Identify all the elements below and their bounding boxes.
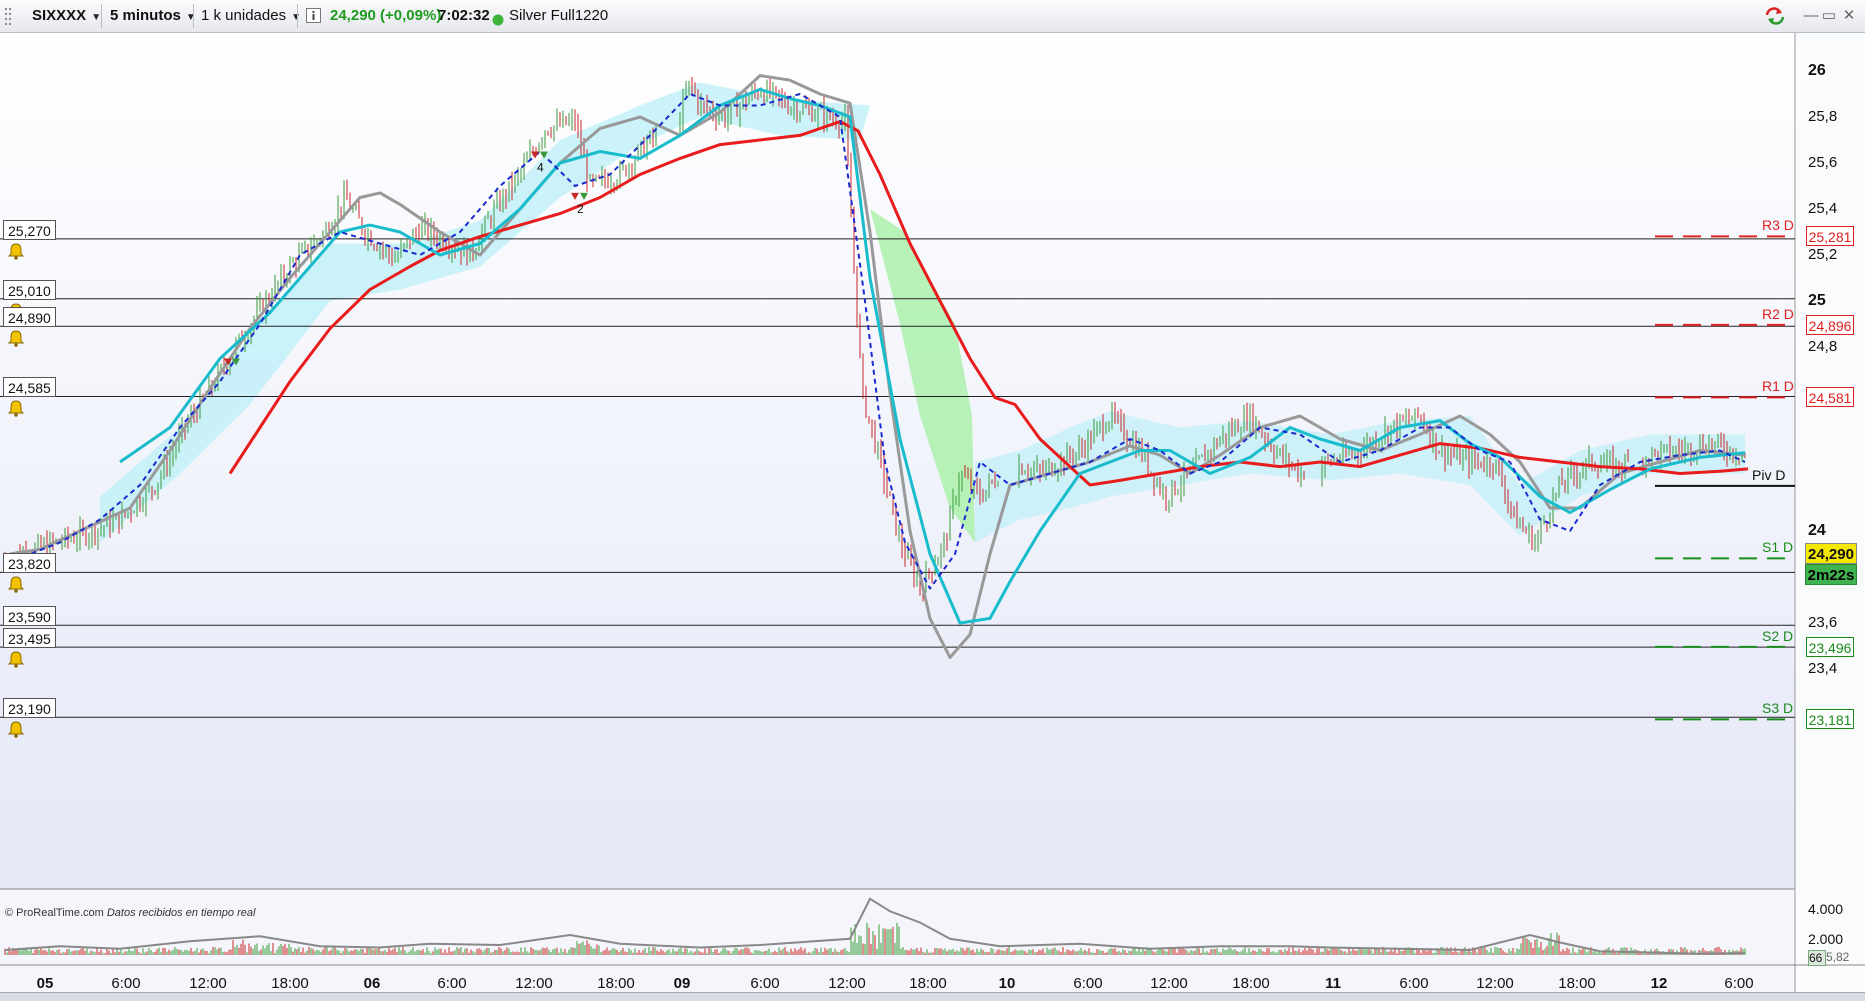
copyright-text: © ProRealTime.com [5,907,104,919]
time-tick: 11 [1325,975,1341,992]
current-price-badge: 24,290 [1805,543,1857,564]
time-tick: 12:00 [189,975,227,992]
level-label: 25,010 [3,279,56,300]
time-tick: 12:00 [828,975,866,992]
volume-ma: 5,82 [1826,950,1850,964]
pivot-name: S2 D [1762,627,1794,644]
price-tick: 25 [1808,292,1826,309]
pivot-value: 25,281 [1806,226,1854,247]
price-tick: 25,8 [1808,108,1838,125]
units-selector[interactable]: 1 k unidades▼ [201,5,301,27]
time-tick: 09 [673,975,691,992]
plot-background [0,33,1795,889]
time-tick: 6:00 [1073,975,1103,992]
time-tick: 18:00 [909,975,947,992]
pivot-name: S3 D [1762,700,1794,717]
alert-bell-icon[interactable] [7,720,25,739]
timeframe-label: 5 minutos [110,7,181,24]
level-label: 23,495 [3,628,56,649]
time-tick: 6:00 [750,975,780,992]
symbol-selector[interactable]: SIXXXX ▼ [32,5,101,27]
time-tick: 18:00 [1558,975,1596,992]
time-tick: 6:00 [1724,975,1754,992]
level-label: 23,190 [3,698,56,719]
price-tick: 25,2 [1808,246,1838,263]
time-tick: 06 [363,975,381,992]
signal-count: 4 [537,161,544,175]
volume-current: 66 [1808,950,1826,966]
time-tick: 12:00 [1150,975,1188,992]
level-label: 24,585 [3,377,56,398]
volume-tick: 2.000 [1808,931,1844,947]
price-tick: 24 [1808,522,1826,539]
time-tick: 6:00 [437,975,467,992]
alert-bell-icon[interactable] [7,650,25,668]
time-tick: 6:00 [111,975,141,992]
realtime-note: Datos recibidos en tiempo real [106,907,256,919]
units-label: 1 k unidades [201,7,287,24]
pivot-name: S1 D [1762,539,1794,556]
chevron-down-icon: ▼ [185,12,196,23]
price-tick: 23,6 [1808,614,1838,631]
window-grip-icon [4,6,12,28]
feed-status-icon [492,11,504,33]
time-tick: 12:00 [515,975,553,992]
restore-icon[interactable]: ▭ [1818,6,1840,26]
price-tick: 25,4 [1808,200,1838,217]
price-tick: 25,6 [1808,154,1838,171]
time-tick: 18:00 [271,975,309,992]
time-tick: 18:00 [597,975,635,992]
sync-arrows-icon[interactable] [1763,6,1785,26]
copyright-note: © ProRealTime.com Datos recibidos en tie… [5,907,255,919]
candle-timer-badge: 2m22s [1805,564,1857,585]
signal-count: 2 [577,202,584,216]
alert-bell-icon[interactable] [7,329,25,348]
feed-label: Silver Full1220 [509,7,609,24]
pivot-value: 23,496 [1806,636,1854,657]
price-chart[interactable]: 42 [0,33,1865,1000]
time-tick: 18:00 [1232,975,1270,992]
pivot-name: R3 D [1762,217,1794,234]
price-tick: 23,4 [1808,660,1838,677]
chart-area[interactable]: 42 25,270 25,010 24,890 24,585 23,820 23,590 2… [0,33,1865,1000]
axis-background [1795,33,1865,1000]
symbol-label: SIXXXX [32,7,87,24]
timeframe-selector[interactable]: 5 minutos ▼ [110,5,196,27]
pivot-name: R1 D [1762,378,1794,395]
pivot-value: 23,181 [1806,709,1854,730]
price-tick: 26 [1808,62,1826,79]
pivot-value: 24,896 [1806,314,1854,335]
pivot-name: R2 D [1762,305,1794,322]
level-label: 23,590 [3,606,56,627]
close-icon[interactable]: ✕ [1838,6,1860,26]
price-change: 24,290 (+0,09%) [330,7,442,24]
level-label: 23,820 [3,553,56,574]
time-tick: 10 [998,975,1016,992]
level-label: 25,270 [3,219,56,240]
volume-tick: 4.000 [1808,901,1844,917]
time-tick: 12 [1650,975,1668,992]
clock-time: 7:02:32 [438,7,490,24]
info-icon[interactable] [306,8,321,30]
price-tick: 24,8 [1808,338,1838,355]
time-tick: 6:00 [1399,975,1429,992]
time-tick: 05 [36,975,54,992]
chevron-down-icon: ▼ [91,12,102,23]
pivot-value: 24,581 [1806,387,1854,408]
alert-bell-icon[interactable] [7,575,25,594]
level-label: 24,890 [3,307,56,328]
chart-toolbar: SIXXXX ▼ 5 minutos ▼ 1 k unidades▼ 24,290 … [0,0,1865,33]
time-tick: 12:00 [1476,975,1514,992]
alert-bell-icon[interactable] [7,242,25,260]
alert-bell-icon[interactable] [7,399,25,418]
pivot-name: Piv D [1752,466,1786,483]
